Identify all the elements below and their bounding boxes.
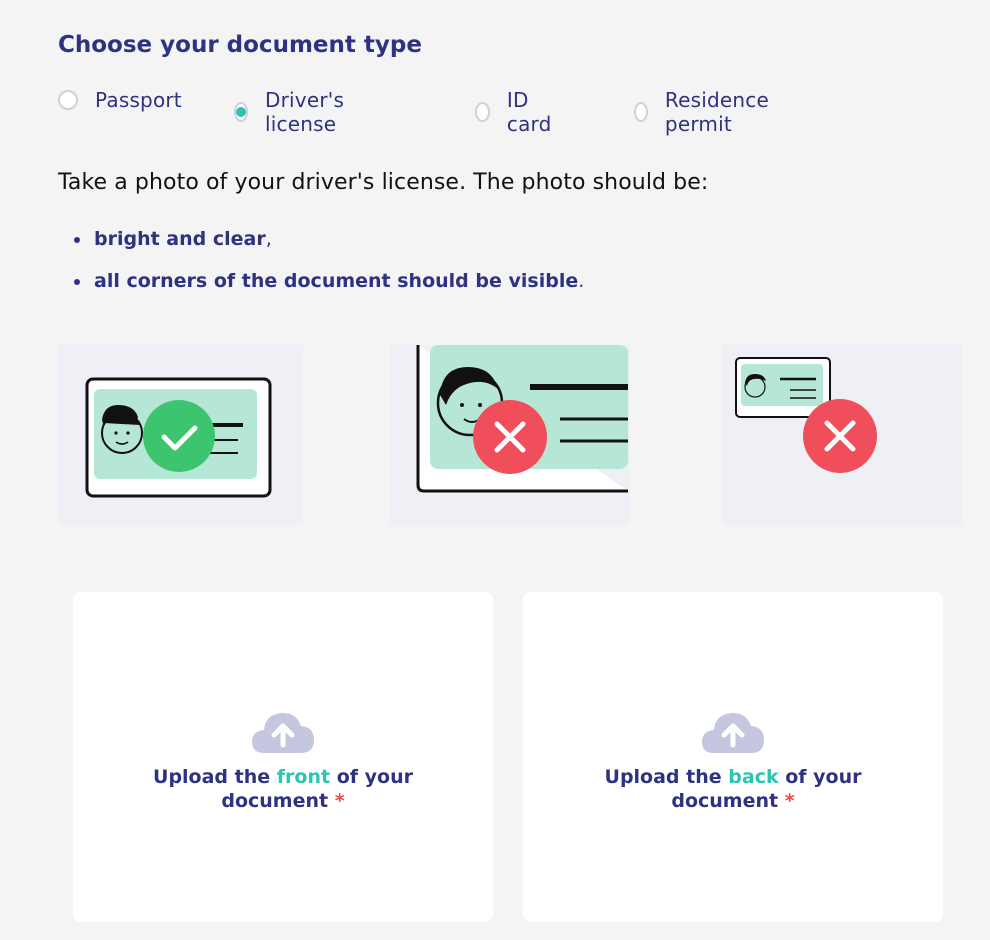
radio-label: ID card — [506, 88, 552, 136]
required-marker: * — [784, 790, 795, 812]
upload-front-dropzone[interactable]: Upload the front of your document * — [73, 592, 493, 922]
radio-label: Driver's license — [265, 88, 345, 136]
upload-back-label: Upload the back of your document * — [604, 766, 862, 812]
radio-circle[interactable] — [58, 90, 78, 110]
list-item: all corners of the document should be vi… — [72, 267, 584, 309]
radio-circle[interactable] — [475, 102, 490, 122]
upload-back-dropzone[interactable]: Upload the back of your document * — [523, 592, 943, 922]
cloud-upload-icon — [252, 712, 314, 753]
radio-dot — [236, 107, 246, 117]
photo-instruction: Take a photo of your driver's license. T… — [58, 170, 709, 195]
radio-label: Residence permit — [664, 88, 769, 136]
example-correct-photo — [58, 345, 303, 525]
radio-label: Passport — [95, 88, 182, 112]
page-title: Choose your document type — [58, 32, 422, 58]
radio-circle-selected[interactable] — [234, 102, 248, 122]
cloud-upload-icon — [702, 712, 764, 753]
upload-front-label: Upload the front of your document * — [153, 766, 413, 812]
radio-residence-permit[interactable]: Residence permit — [634, 88, 775, 136]
radio-drivers-license[interactable]: Driver's license — [234, 88, 350, 136]
radio-circle[interactable] — [634, 102, 648, 122]
example-cropped-photo — [390, 345, 630, 525]
example-too-small-photo — [722, 345, 962, 525]
face-icon — [744, 374, 766, 398]
list-item: bright and clear, — [72, 225, 584, 267]
radio-passport[interactable]: Passport — [58, 88, 182, 112]
radio-id-card[interactable]: ID card — [475, 88, 557, 136]
check-badge — [143, 400, 215, 472]
required-marker: * — [334, 790, 345, 812]
requirements-list: bright and clear, all corners of the doc… — [72, 225, 584, 309]
